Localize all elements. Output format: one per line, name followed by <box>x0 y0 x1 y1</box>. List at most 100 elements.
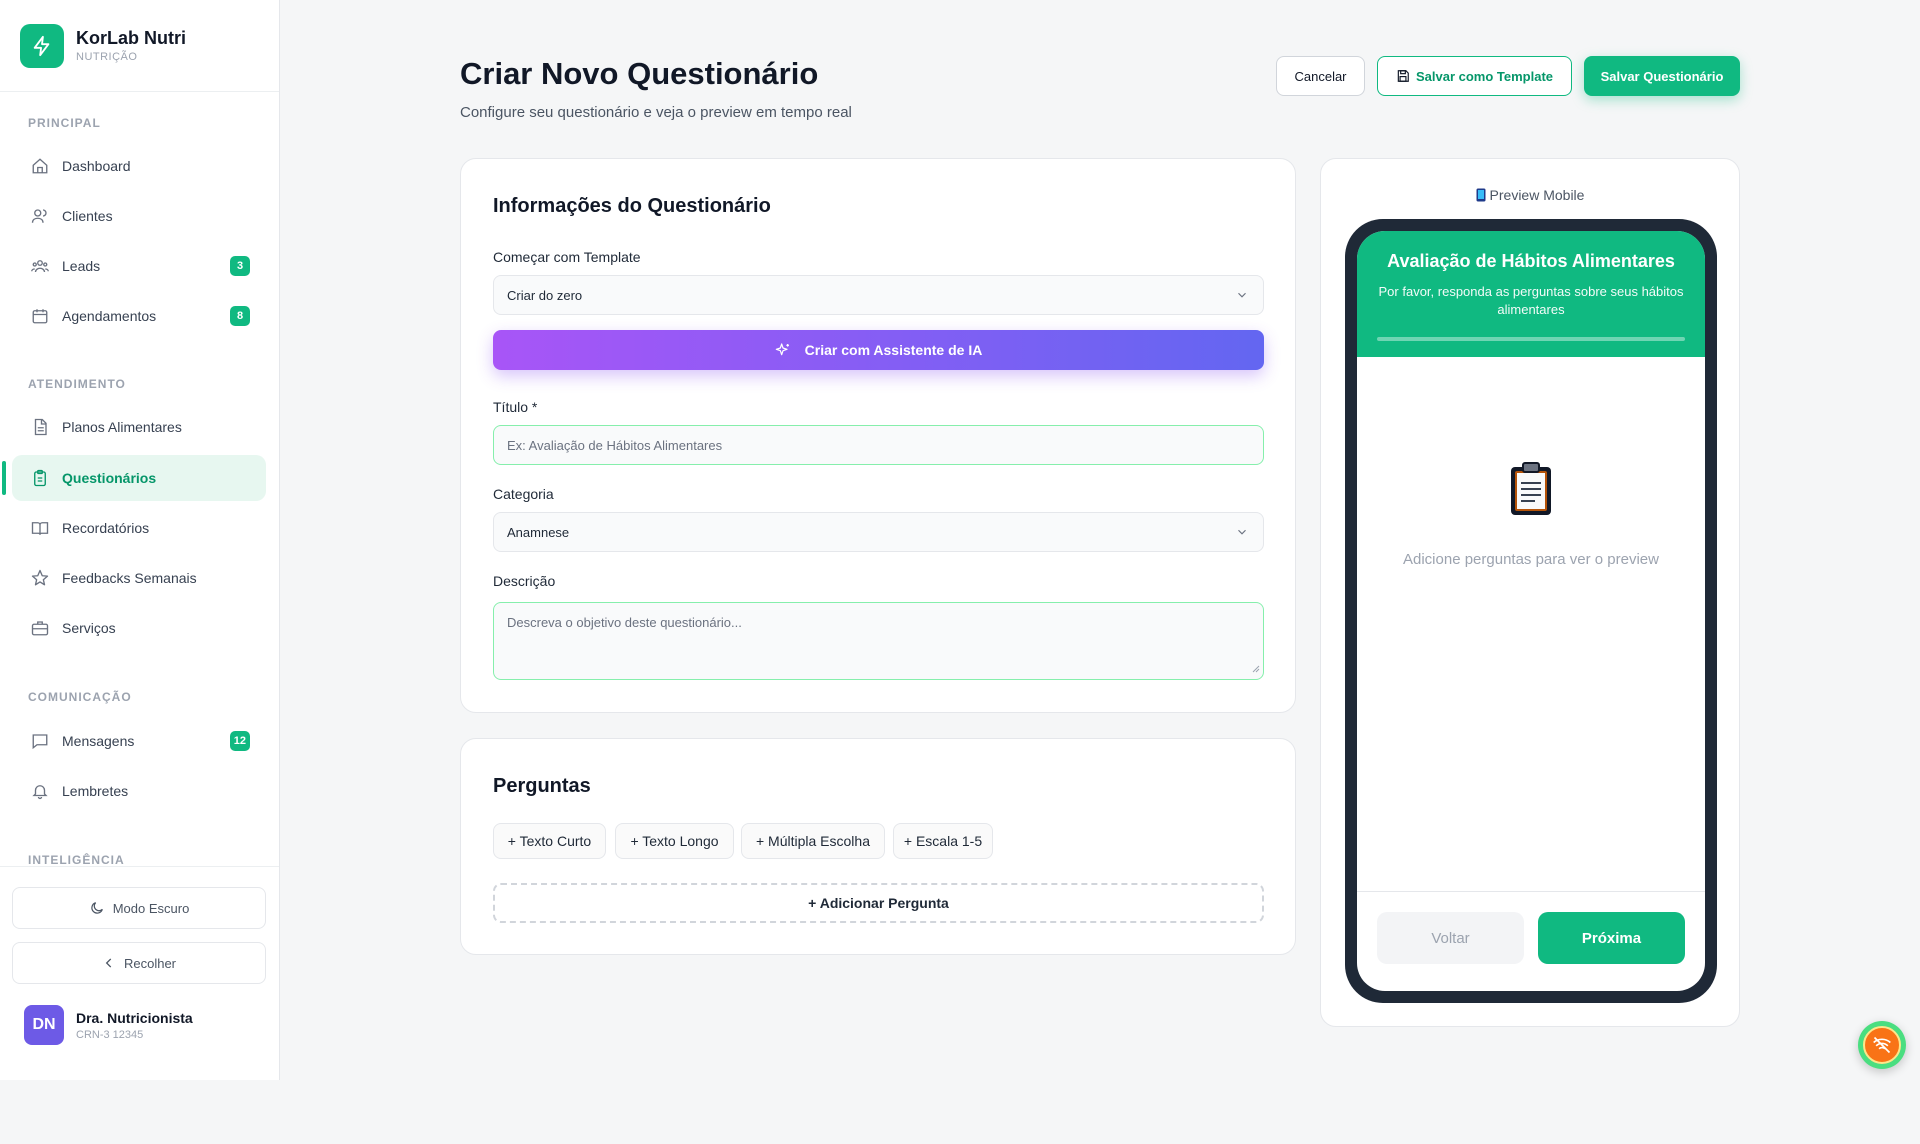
form-title: Avaliação de Hábitos Alimentares <box>1387 251 1675 271</box>
description-textarea[interactable]: Descreva o objetivo deste questionário..… <box>493 602 1264 680</box>
questionnaire-info-card: Informações do Questionário Começar com … <box>460 158 1296 713</box>
add-question-button[interactable]: + Adicionar Pergunta <box>493 883 1264 923</box>
clipboard-icon <box>1357 461 1705 517</box>
page-title: Criar Novo Questionário <box>460 56 819 91</box>
template-label: Começar com Template <box>493 249 641 265</box>
mobile-phone-icon <box>1476 188 1486 205</box>
sidebar-item-planos-alimentares[interactable]: Planos Alimentares <box>12 404 266 450</box>
users-icon <box>30 206 50 226</box>
chevron-down-icon <box>1235 288 1249 305</box>
collapse-label: Recolher <box>123 955 177 971</box>
sidebar-item-label: Recordatórios <box>62 520 150 536</box>
description-placeholder: Descreva o objetivo deste questionário..… <box>507 615 742 630</box>
sidebar-item-servicos[interactable]: Serviços <box>12 605 266 651</box>
sidebar-item-label: Mensagens <box>62 733 135 749</box>
brand: KorLab Nutri NUTRIÇÃO <box>0 0 279 92</box>
briefcase-icon <box>30 618 50 638</box>
category-select-value: Anamnese <box>507 524 570 540</box>
sidebar-item-questionarios[interactable]: Questionários <box>2 455 266 501</box>
sidebar-item-label: Dashboard <box>62 158 131 174</box>
resize-handle-icon[interactable] <box>1250 661 1260 676</box>
clipboard-icon <box>30 468 50 488</box>
ai-assistant-label: Criar com Assistente de IA <box>804 342 983 358</box>
dark-mode-button[interactable]: Modo Escuro <box>12 887 266 929</box>
sparkles-icon <box>775 342 791 358</box>
sidebar-item-clientes[interactable]: Clientes <box>12 193 266 239</box>
sidebar-item-feedbacks-semanais[interactable]: Feedbacks Semanais <box>12 555 266 601</box>
preview-empty-message: Adicione perguntas para ver o preview <box>1403 551 1659 568</box>
document-icon <box>30 417 50 437</box>
user-profile[interactable]: DN Dra. Nutricionista CRN-3 12345 <box>24 1005 193 1045</box>
save-questionnaire-button[interactable]: Salvar Questionário <box>1584 56 1740 96</box>
avatar: DN <box>24 1005 64 1045</box>
brand-name: KorLab Nutri <box>76 28 186 48</box>
add-short-text-button[interactable]: + Texto Curto <box>493 823 606 859</box>
mobile-preview-card: Preview Mobile Avaliação de Hábitos Alim… <box>1320 158 1740 1027</box>
preview-next-button[interactable]: Próxima <box>1538 912 1685 964</box>
sidebar-footer: Modo Escuro Recolher DN Dra. Nutricionis… <box>0 866 279 1045</box>
floating-action-button[interactable] <box>1858 1021 1906 1069</box>
sidebar-item-recordatorios[interactable]: Recordatórios <box>12 505 266 551</box>
description-label: Descrição <box>493 573 556 589</box>
phone-frame: Avaliação de Hábitos Alimentares Por fav… <box>1345 219 1717 1003</box>
signal-off-icon <box>1863 1026 1901 1064</box>
brand-subtitle: NUTRIÇÃO <box>76 51 138 63</box>
bolt-icon <box>20 23 64 68</box>
title-label: Título * <box>493 399 538 415</box>
sidebar-item-label: Clientes <box>62 208 113 224</box>
form-header: Avaliação de Hábitos Alimentares Por fav… <box>1357 231 1705 357</box>
floppy-disk-icon <box>1396 69 1410 83</box>
category-label: Categoria <box>493 486 554 502</box>
sidebar-item-label: Planos Alimentares <box>62 419 182 435</box>
collapse-button[interactable]: Recolher <box>12 942 266 984</box>
sidebar-item-agendamentos[interactable]: Agendamentos 8 <box>12 293 266 339</box>
user-name: Dra. Nutricionista <box>76 1009 193 1026</box>
section-label-principal: PRINCIPAL <box>28 116 101 130</box>
form-footer: Voltar Próxima <box>1357 891 1705 991</box>
template-select-value: Criar do zero <box>507 287 583 303</box>
sidebar: KorLab Nutri NUTRIÇÃO PRINCIPAL Dashboar… <box>0 0 280 1080</box>
save-template-button[interactable]: Salvar como Template <box>1377 56 1572 96</box>
home-icon <box>30 156 50 176</box>
add-multiple-choice-button[interactable]: + Múltipla Escolha <box>741 823 885 859</box>
preview-label: Preview Mobile <box>1321 187 1739 205</box>
sidebar-item-label: Leads <box>62 258 101 274</box>
chevron-down-icon <box>1235 525 1249 542</box>
sidebar-item-label: Questionários <box>62 470 157 486</box>
page-subtitle: Configure seu questionário e veja o prev… <box>460 104 852 121</box>
questions-card-title: Perguntas <box>493 775 591 797</box>
group-icon <box>30 256 50 276</box>
sidebar-nav: PRINCIPAL Dashboard Clientes Leads 3 Age… <box>0 92 279 866</box>
add-scale-button[interactable]: + Escala 1-5 <box>893 823 993 859</box>
star-icon <box>30 568 50 588</box>
sidebar-item-lembretes[interactable]: Lembretes <box>12 768 266 814</box>
moon-icon <box>89 900 105 916</box>
sidebar-item-leads[interactable]: Leads 3 <box>12 243 266 289</box>
agendamentos-count-badge: 8 <box>230 306 250 326</box>
title-input[interactable]: Ex: Avaliação de Hábitos Alimentares <box>493 425 1264 465</box>
mensagens-count-badge: 12 <box>229 731 250 751</box>
sidebar-item-dashboard[interactable]: Dashboard <box>12 143 266 189</box>
message-icon <box>30 731 50 751</box>
info-card-title: Informações do Questionário <box>493 195 771 217</box>
sidebar-item-mensagens[interactable]: Mensagens 12 <box>12 718 266 764</box>
ai-assistant-button[interactable]: Criar com Assistente de IA <box>493 330 1264 370</box>
category-select[interactable]: Anamnese <box>493 512 1264 552</box>
leads-count-badge: 3 <box>230 256 250 276</box>
preview-back-button[interactable]: Voltar <box>1377 912 1524 964</box>
cancel-button[interactable]: Cancelar <box>1276 56 1365 96</box>
sidebar-item-label: Lembretes <box>62 783 129 799</box>
form-subtitle: Por favor, responda as perguntas sobre s… <box>1378 284 1684 317</box>
sidebar-item-label: Feedbacks Semanais <box>62 570 197 586</box>
bell-icon <box>30 781 50 801</box>
add-long-text-button[interactable]: + Texto Longo <box>615 823 734 859</box>
user-crn: CRN-3 12345 <box>76 1028 144 1041</box>
questions-card: Perguntas + Texto Curto + Texto Longo + … <box>460 738 1296 955</box>
chevron-left-icon <box>102 956 116 970</box>
preview-label-text: Preview Mobile <box>1489 187 1585 203</box>
save-template-label: Salvar como Template <box>1415 68 1554 84</box>
form-progress-bar <box>1377 337 1685 341</box>
template-select[interactable]: Criar do zero <box>493 275 1264 315</box>
dark-mode-label: Modo Escuro <box>112 900 190 916</box>
book-icon <box>30 518 50 538</box>
